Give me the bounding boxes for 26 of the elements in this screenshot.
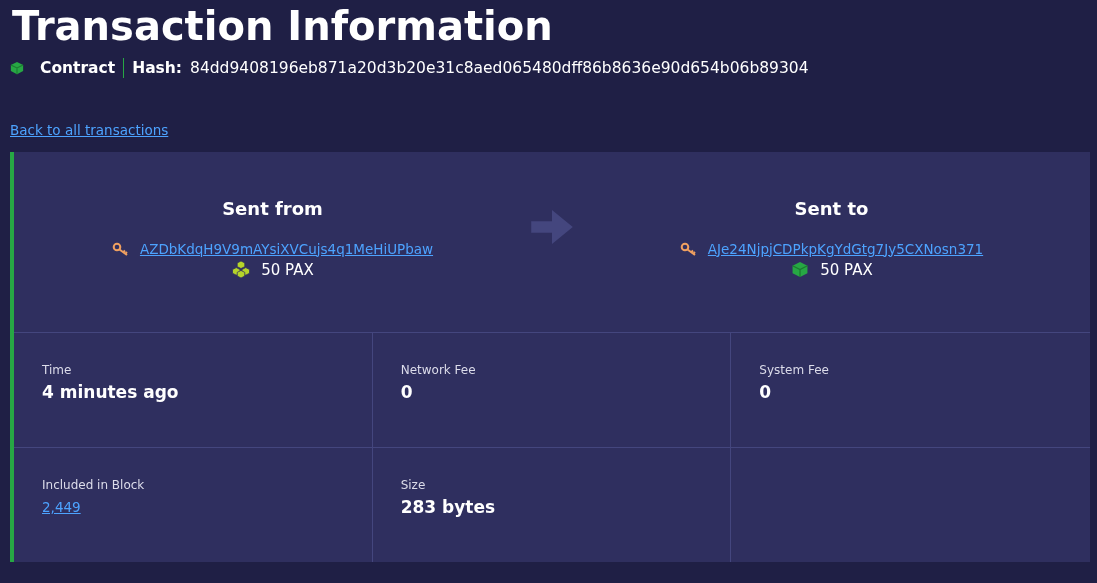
detail-value: 283 bytes [400, 496, 497, 517]
address-link[interactable]: AZDbKdqH9V9mAYsiXVCujs4q1MeHiUPbaw [139, 240, 434, 257]
back-link[interactable]: Back to all transactions [10, 122, 169, 138]
block-link[interactable]: 2,449 [42, 498, 81, 515]
detail-label: Time [42, 363, 73, 377]
page-title: Transaction Information [11, 2, 554, 51]
address-link[interactable]: AJe24NjpjCDPkpKgYdGtg7Jy5CXNosn371 [707, 240, 984, 257]
detail-label: Size [400, 477, 427, 492]
hash-value: 84dd9408196eb871a20d3b20e31c8aed065480dff86b8636e90d654b06b89304 [190, 59, 809, 77]
cube-icon [10, 61, 24, 75]
hash-label: Hash: [132, 59, 183, 77]
party-heading: Sent from [222, 197, 323, 219]
key-icon [679, 241, 698, 256]
transaction-type: Contract [40, 59, 116, 77]
amount: 50 PAX [820, 260, 873, 279]
cubes-icon [231, 261, 252, 278]
detail-label: Network Fee [400, 363, 477, 377]
key-icon [111, 241, 130, 256]
detail-value: 0 [759, 382, 773, 402]
detail-value: 4 minutes ago [42, 382, 180, 402]
detail-label: Included in Block [42, 477, 146, 492]
amount: 50 PAX [261, 260, 314, 279]
arrow-icon [531, 210, 573, 244]
party-heading: Sent to [794, 197, 869, 219]
detail-label: System Fee [759, 363, 830, 377]
detail-value: 0 [400, 382, 414, 402]
